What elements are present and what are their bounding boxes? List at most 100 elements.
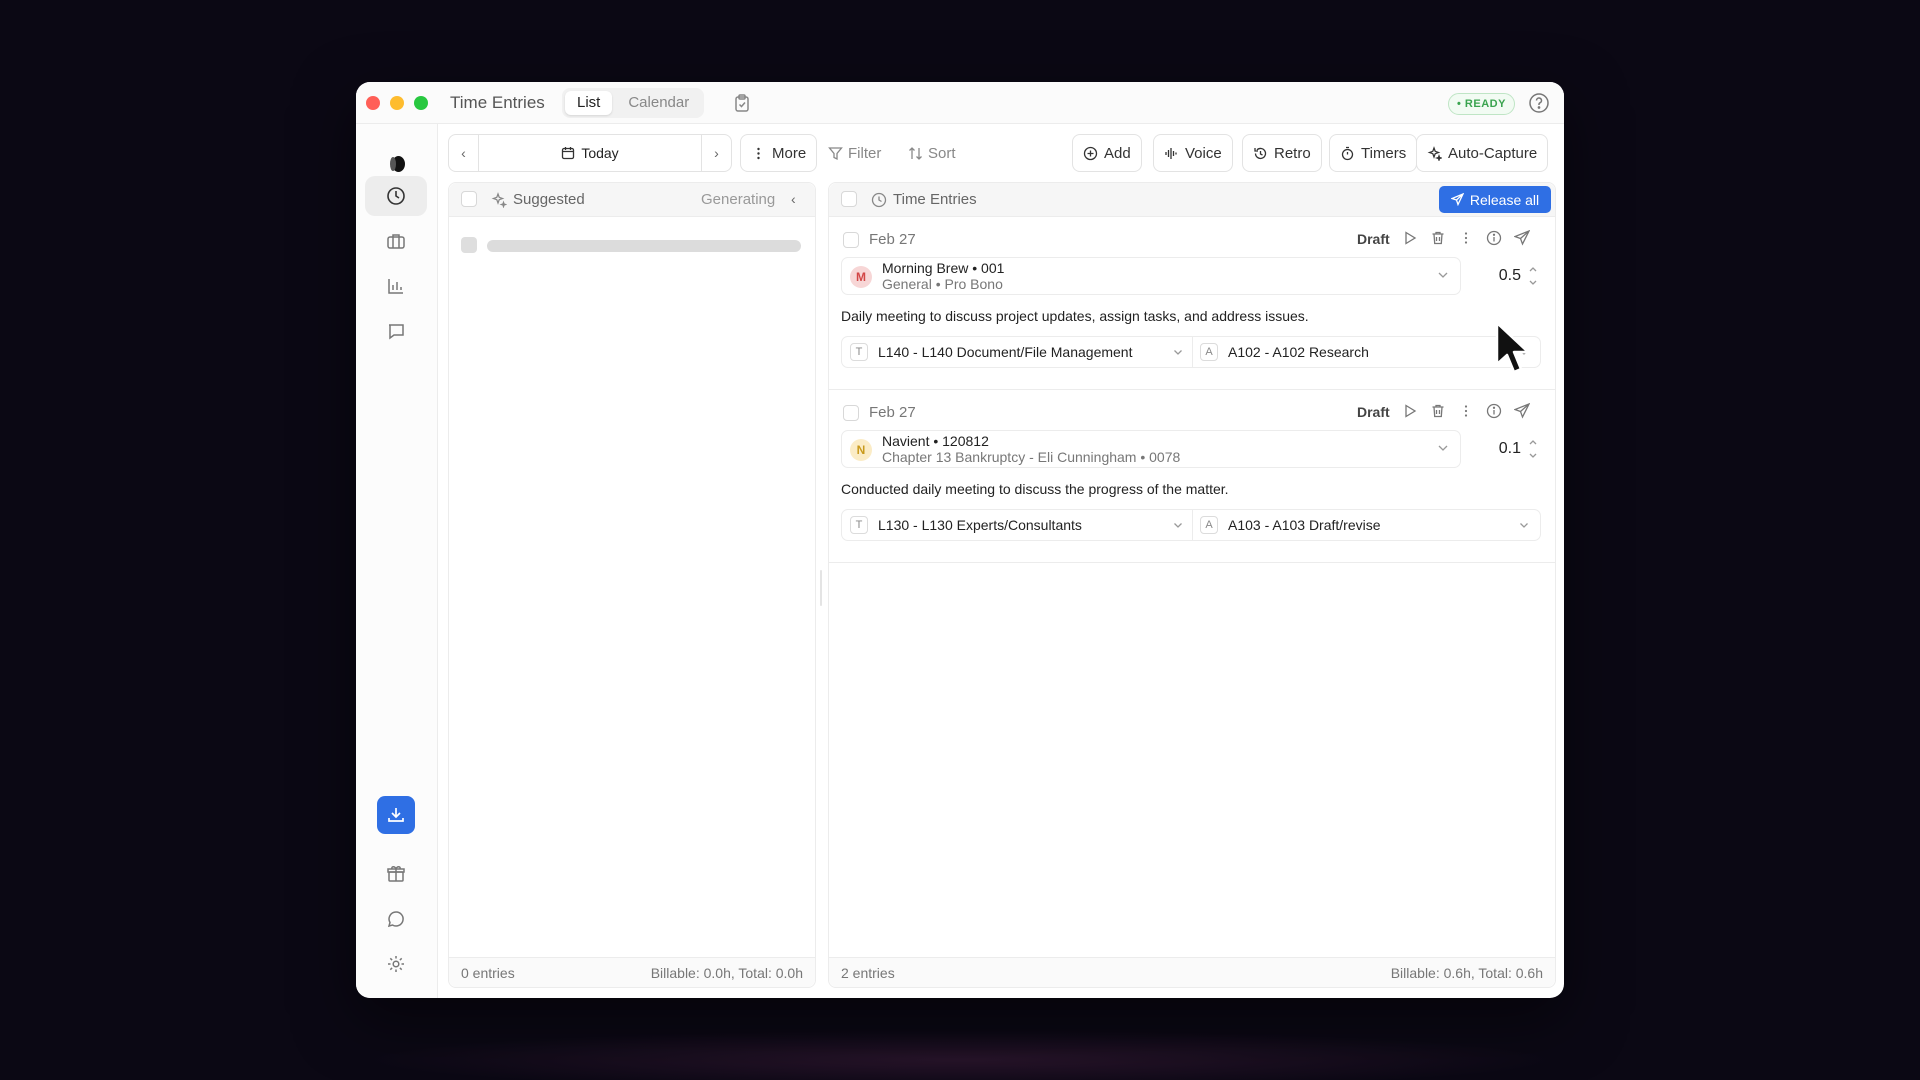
sort-icon: [909, 146, 922, 160]
entry-date: Feb 27: [869, 231, 916, 248]
generating-status: Generating: [701, 191, 776, 208]
panel-resize-handle[interactable]: [820, 570, 822, 606]
time-entries-panel: Time Entries Release all Feb 27 Draft M …: [828, 182, 1556, 988]
task-code: L130 - L130 Experts/Consultants: [878, 517, 1082, 533]
prev-day-button[interactable]: ‹: [449, 135, 479, 171]
download-button[interactable]: [377, 796, 415, 834]
gift-icon: [387, 866, 405, 882]
auto-capture-label: Auto-Capture: [1448, 144, 1538, 162]
activity-badge: A: [1200, 343, 1218, 361]
task-code-select[interactable]: T L130 - L130 Experts/Consultants: [850, 510, 1082, 540]
collapse-panel-button[interactable]: ‹: [791, 191, 796, 207]
filter-button[interactable]: Filter: [828, 134, 881, 172]
code-selectors: T L140 - L140 Document/File Management A…: [841, 336, 1541, 368]
sidebar-item-matters[interactable]: [365, 221, 427, 261]
delete-button[interactable]: [1429, 229, 1447, 247]
play-button[interactable]: [1401, 402, 1419, 420]
close-window-button[interactable]: [366, 96, 380, 110]
sidebar-item-reports[interactable]: [365, 266, 427, 306]
matter-avatar: M: [850, 266, 872, 288]
delete-button[interactable]: [1429, 402, 1447, 420]
activity-code-select[interactable]: A A103 - A103 Draft/revise: [1200, 510, 1381, 540]
sidebar: KL: [356, 124, 438, 998]
timers-button[interactable]: Timers: [1329, 134, 1418, 172]
sidebar-item-messages[interactable]: [365, 311, 427, 351]
sparkles-icon: [1427, 145, 1442, 161]
trash-icon: [1432, 231, 1444, 245]
sort-button[interactable]: Sort: [908, 134, 956, 172]
suggested-title: Suggested: [513, 191, 585, 208]
matter-subtitle: General • Pro Bono: [882, 276, 1003, 292]
entry-actions: [1401, 229, 1531, 247]
task-code: L140 - L140 Document/File Management: [878, 344, 1133, 360]
time-entries-title: Time Entries: [893, 191, 977, 208]
tab-calendar[interactable]: Calendar: [616, 91, 701, 115]
today-button[interactable]: Today: [479, 135, 701, 171]
sidebar-item-time[interactable]: [365, 176, 427, 216]
message-icon: [389, 324, 404, 340]
briefcase-icon: [387, 234, 405, 249]
chevron-down-icon: [1438, 272, 1448, 278]
tab-list[interactable]: List: [565, 91, 613, 115]
more-label: More: [772, 144, 807, 162]
more-options-button[interactable]: [1457, 402, 1475, 420]
add-label: Add: [1104, 144, 1131, 162]
voice-label: Voice: [1185, 144, 1222, 162]
chevron-down-icon: [1174, 523, 1182, 528]
entries-select-all-checkbox[interactable]: [841, 191, 857, 207]
info-button[interactable]: [1485, 229, 1503, 247]
more-options-button[interactable]: [1457, 229, 1475, 247]
next-day-button[interactable]: ›: [701, 135, 731, 171]
sidebar-item-settings[interactable]: [365, 944, 427, 984]
play-button[interactable]: [1401, 229, 1419, 247]
entry-status-badge: Draft: [1357, 231, 1390, 247]
title-bar: Time Entries List Calendar • READY: [356, 82, 1564, 124]
matter-select[interactable]: M Morning Brew • 001 General • Pro Bono: [841, 257, 1461, 295]
skeleton-loading-bar: [487, 240, 801, 252]
code-divider: [1192, 337, 1193, 367]
hours-stepper-icon[interactable]: [1527, 263, 1539, 289]
release-all-button[interactable]: Release all: [1439, 186, 1551, 213]
suggested-select-all-checkbox[interactable]: [461, 191, 477, 207]
entry-date: Feb 27: [869, 404, 916, 421]
send-entry-button[interactable]: [1513, 229, 1531, 247]
send-entry-button[interactable]: [1513, 402, 1531, 420]
activity-code-select[interactable]: A A102 - A102 Research: [1200, 337, 1369, 367]
minimize-window-button[interactable]: [390, 96, 404, 110]
info-button[interactable]: [1485, 402, 1503, 420]
info-icon: [1486, 230, 1502, 246]
entry-description[interactable]: Conducted daily meeting to discuss the p…: [841, 481, 1229, 497]
sidebar-item-chat[interactable]: [365, 899, 427, 939]
code-selectors: T L130 - L130 Experts/Consultants A A103…: [841, 509, 1541, 541]
retro-button[interactable]: Retro: [1242, 134, 1322, 172]
clipboard-icon[interactable]: [732, 93, 752, 113]
background-glow: [360, 1030, 1560, 1080]
task-code-select[interactable]: T L140 - L140 Document/File Management: [850, 337, 1132, 367]
sidebar-item-gifts[interactable]: [365, 854, 427, 894]
auto-capture-button[interactable]: Auto-Capture: [1416, 134, 1549, 172]
calendar-icon: [562, 147, 575, 160]
add-button[interactable]: Add: [1072, 134, 1142, 172]
zoom-window-button[interactable]: [414, 96, 428, 110]
hours-stepper-icon[interactable]: [1527, 436, 1539, 462]
entries-totals: Billable: 0.6h, Total: 0.6h: [1390, 965, 1543, 981]
chevron-down-icon: [1438, 445, 1448, 451]
voice-button[interactable]: Voice: [1153, 134, 1233, 172]
send-icon: [1514, 230, 1530, 246]
entry-description[interactable]: Daily meeting to discuss project updates…: [841, 308, 1309, 324]
matter-title: Morning Brew • 001: [882, 260, 1005, 276]
trash-icon: [1432, 404, 1444, 418]
help-icon[interactable]: [1528, 92, 1550, 114]
hours-value[interactable]: 0.1: [1489, 440, 1521, 458]
waveform-icon: [1165, 147, 1177, 159]
today-label: Today: [581, 145, 619, 161]
matter-avatar: N: [850, 439, 872, 461]
matter-select[interactable]: N Navient • 120812 Chapter 13 Bankruptcy…: [841, 430, 1461, 468]
app-logo-icon: [390, 156, 405, 172]
hours-value[interactable]: 0.5: [1489, 267, 1521, 285]
info-icon: [1486, 403, 1502, 419]
entry-checkbox[interactable]: [843, 232, 859, 248]
skeleton-checkbox: [461, 237, 477, 253]
entry-checkbox[interactable]: [843, 405, 859, 421]
more-button[interactable]: More: [740, 134, 818, 172]
